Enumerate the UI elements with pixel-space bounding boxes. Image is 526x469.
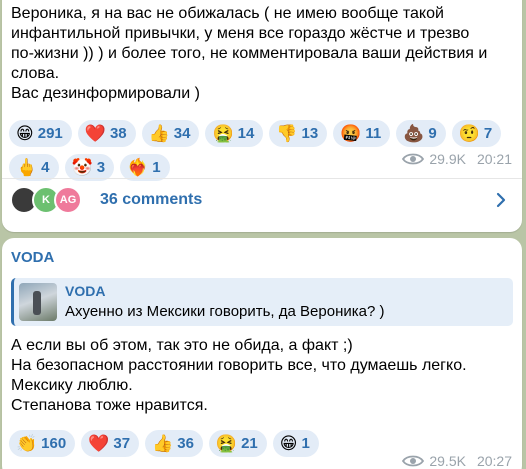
reaction-count: 14 [237, 125, 255, 142]
reaction-count: 1 [301, 435, 310, 452]
reaction-poop[interactable]: 💩 9 [396, 120, 446, 147]
avatar: AG [54, 186, 82, 214]
grin-emoji-icon: 😁 [279, 433, 298, 454]
vomit-emoji-icon: 🤮 [215, 433, 238, 454]
reaction-count: 291 [37, 125, 63, 142]
reaction-count: 11 [365, 125, 382, 142]
reaction-thumbs-down[interactable]: 👎 13 [269, 120, 328, 147]
clown-emoji-icon: 🤡 [71, 157, 93, 178]
reaction-count: 1 [152, 159, 161, 176]
reaction-vomit[interactable]: 🤮 14 [205, 120, 264, 147]
thumbs-up-emoji-icon: 👍 [148, 123, 170, 144]
reaction-heart-on-fire[interactable]: ❤️‍🔥 1 [120, 154, 170, 181]
reaction-raised-eyebrow[interactable]: 🤨 7 [451, 120, 502, 147]
comments-button[interactable]: K AG 36 comments [2, 180, 522, 220]
reaction-grin[interactable]: 😁 1 [272, 430, 319, 457]
middle-finger-emoji-icon: 🖕 [16, 157, 38, 178]
reaction-middle-finger[interactable]: 🖕 4 [9, 154, 59, 181]
swearing-emoji-icon: 🤬 [340, 123, 362, 144]
reaction-count: 21 [241, 435, 258, 452]
raised-eyebrow-emoji-icon: 🤨 [458, 123, 480, 144]
heart-emoji-icon: ❤️ [88, 433, 110, 454]
reaction-count: 9 [428, 125, 437, 142]
reaction-count: 4 [41, 159, 50, 176]
post-text: Вероника, я на вас не обижалась ( не име… [11, 5, 488, 102]
thumbs-up-emoji-icon: 👍 [152, 433, 174, 454]
reaction-count: 38 [109, 125, 127, 142]
heart-emoji-icon: ❤️ [84, 123, 106, 144]
chevron-right-icon [496, 192, 506, 208]
reaction-count: 36 [177, 435, 194, 452]
reaction-thumbs-up[interactable]: 👍 36 [145, 430, 203, 457]
thumbs-down-emoji-icon: 👎 [276, 123, 298, 144]
vomit-emoji-icon: 🤮 [212, 123, 234, 144]
eye-icon [402, 153, 425, 165]
reaction-count: 3 [96, 159, 106, 176]
commenter-avatars: K AG [10, 185, 94, 215]
reaction-heart[interactable]: ❤️ 38 [77, 120, 136, 147]
quote-thumbnail [19, 283, 57, 321]
clap-emoji-icon: 👏 [16, 433, 38, 454]
quote-author: VODA [65, 283, 106, 299]
reaction-grin[interactable]: 😁 291 [9, 120, 72, 147]
comments-label: 36 comments [100, 191, 203, 208]
reaction-count: 160 [41, 435, 67, 452]
post-meta: 29.9K 20:21 [402, 151, 512, 167]
eye-icon [402, 455, 425, 467]
reaction-count: 13 [301, 125, 319, 142]
heart-on-fire-emoji-icon: ❤️‍🔥 [127, 157, 149, 178]
post-time: 20:21 [476, 151, 512, 167]
divider [2, 178, 522, 179]
grin-emoji-icon: 😁 [16, 123, 34, 144]
reaction-count: 7 [483, 125, 493, 142]
reaction-thumbs-up[interactable]: 👍 34 [141, 120, 200, 147]
post-time: 20:27 [476, 453, 512, 469]
sender-name[interactable]: VODA [11, 249, 54, 266]
view-count: 29.5K [429, 453, 466, 469]
reaction-count: 37 [113, 435, 131, 452]
reaction-swearing[interactable]: 🤬 11 [333, 120, 391, 147]
post-meta: 29.5K 20:27 [402, 453, 512, 469]
reaction-count: 34 [173, 125, 191, 142]
channel-post-2: VODA VODA Ахуенно из Мексики говорить, д… [2, 238, 522, 469]
reaction-clap[interactable]: 👏 160 [9, 430, 76, 457]
post-text: А если вы об этом, так это не обида, а ф… [11, 337, 467, 414]
reply-quote[interactable]: VODA Ахуенно из Мексики говорить, да Вер… [11, 278, 513, 326]
view-count: 29.9K [429, 151, 466, 167]
quote-text: Ахуенно из Мексики говорить, да Вероника… [65, 303, 385, 320]
channel-post-1: Вероника, я на вас не обижалась ( не име… [2, 0, 522, 232]
reaction-vomit[interactable]: 🤮 21 [208, 430, 267, 457]
reaction-heart[interactable]: ❤️ 37 [81, 430, 140, 457]
poop-emoji-icon: 💩 [403, 123, 425, 144]
reaction-clown[interactable]: 🤡 3 [64, 154, 115, 181]
